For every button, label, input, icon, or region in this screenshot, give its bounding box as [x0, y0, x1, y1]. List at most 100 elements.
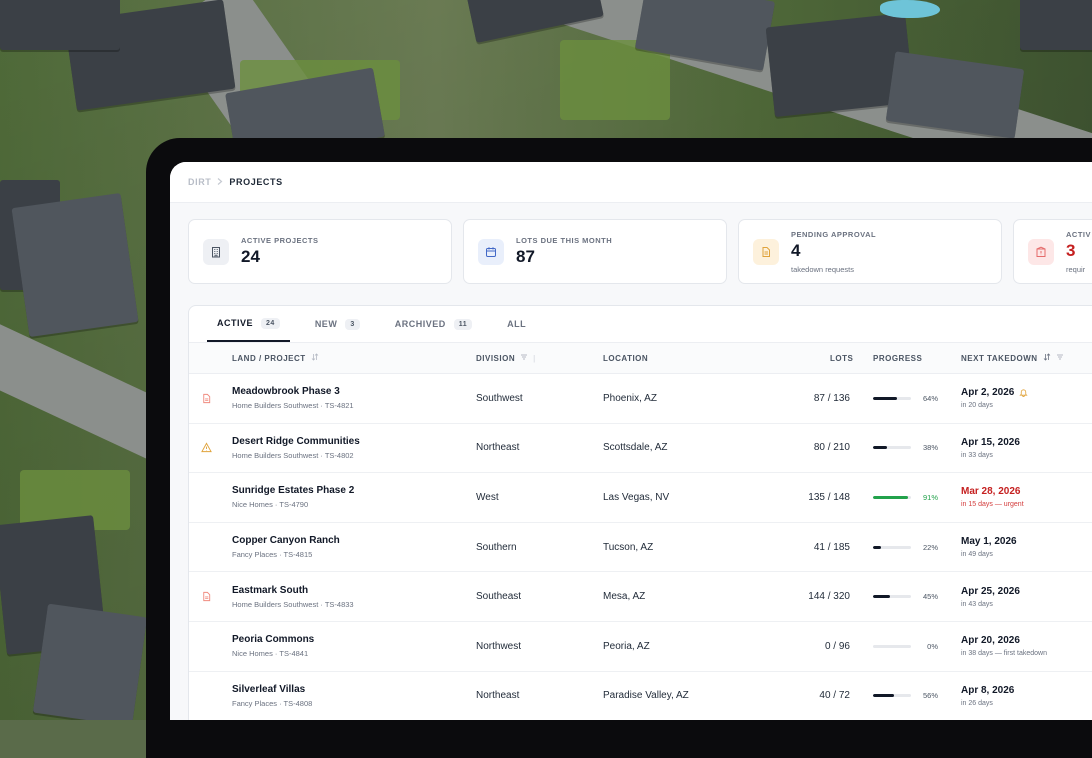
- filter-icon[interactable]: [1056, 353, 1064, 363]
- document-icon: [753, 238, 779, 265]
- tab-count-badge: 11: [453, 318, 473, 330]
- project-cell: Peoria Commons Nice Homes · TS-4841: [232, 622, 314, 671]
- project-builder: Fancy Places · TS-4808: [232, 698, 313, 708]
- stat-value: 3: [1066, 240, 1076, 260]
- progress-cell: 45%: [873, 572, 938, 621]
- progress-percent: 56%: [922, 691, 938, 701]
- project-name[interactable]: Peoria Commons: [232, 634, 314, 645]
- progress-percent: 0%: [927, 641, 938, 651]
- table-row[interactable]: Peoria Commons Nice Homes · TS-4841 Nort…: [189, 622, 1092, 672]
- building-icon: [203, 238, 229, 265]
- stat-label: PENDING APPROVAL: [791, 229, 877, 239]
- takedown-cell: Apr 8, 2026 in 26 days: [961, 672, 1019, 720]
- project-name[interactable]: Sunridge Estates Phase 2: [232, 485, 354, 496]
- stat-card-pending-approval[interactable]: PENDING APPROVAL 4 takedown requests: [738, 219, 1002, 284]
- division-cell: Northwest: [476, 640, 522, 652]
- app-screen: DIRT PROJECTS ACTIVE PROJECTS 24 LOTS DU…: [170, 162, 1092, 720]
- progress-bar: [873, 446, 911, 450]
- sort-icon[interactable]: [1043, 353, 1051, 363]
- sort-icon[interactable]: [311, 353, 319, 363]
- division-cell: Northeast: [476, 690, 520, 702]
- filter-icon[interactable]: [520, 353, 528, 363]
- tab-count-badge: 24: [261, 317, 280, 329]
- column-header-label: LOCATION: [603, 353, 649, 363]
- project-name[interactable]: Meadowbrook Phase 3: [232, 386, 354, 397]
- takedown-countdown: in 43 days: [961, 600, 993, 608]
- stat-sub: takedown requests: [791, 264, 854, 274]
- tab-new[interactable]: NEW 3: [305, 306, 370, 342]
- project-builder: Home Builders Southwest · TS-4802: [232, 450, 354, 460]
- table-row[interactable]: Sunridge Estates Phase 2 Nice Homes · TS…: [189, 473, 1092, 523]
- stat-card-active-alerts[interactable]: ACTIV 3 requir: [1013, 219, 1092, 284]
- lots-cell: 144 / 320: [808, 591, 850, 603]
- table-row[interactable]: Copper Canyon Ranch Fancy Places · TS-48…: [189, 523, 1092, 573]
- project-name[interactable]: Eastmark South: [232, 585, 354, 596]
- project-name[interactable]: Copper Canyon Ranch: [232, 535, 340, 546]
- column-header-label: NEXT TAKEDOWN: [961, 353, 1038, 363]
- project-builder: Home Builders Southwest · TS-4821: [232, 401, 354, 411]
- stat-value: 4: [791, 240, 801, 260]
- takedown-cell: May 1, 2026 in 49 days: [961, 523, 1022, 572]
- takedown-countdown: in 49 days: [961, 551, 993, 559]
- progress-bar-fill: [873, 495, 908, 499]
- table-row[interactable]: Meadowbrook Phase 3 Home Builders Southw…: [189, 374, 1092, 424]
- table-row[interactable]: Desert Ridge Communities Home Builders S…: [189, 424, 1092, 474]
- location-cell: Tucson, AZ: [603, 541, 654, 553]
- tab-archived[interactable]: ARCHIVED 11: [385, 306, 482, 342]
- progress-bar-fill: [873, 595, 891, 599]
- progress-cell: 22%: [873, 523, 938, 572]
- tab-label: ALL: [507, 319, 527, 329]
- progress-cell: 64%: [873, 374, 938, 423]
- project-cell: Copper Canyon Ranch Fancy Places · TS-48…: [232, 523, 340, 572]
- progress-cell: 56%: [873, 672, 938, 720]
- takedown-date: Apr 20, 2026: [961, 635, 1020, 647]
- takedown-cell: Apr 2, 2026 in 20 days: [961, 374, 1029, 423]
- takedown-date: Apr 15, 2026: [961, 436, 1020, 448]
- progress-percent: 45%: [922, 592, 938, 602]
- table-row[interactable]: Eastmark South Home Builders Southwest ·…: [189, 572, 1092, 622]
- project-cell: Eastmark South Home Builders Southwest ·…: [232, 572, 354, 621]
- calendar-icon: [478, 238, 504, 265]
- progress-bar-fill: [873, 396, 898, 400]
- progress-percent: 38%: [922, 443, 938, 453]
- division-cell: Northeast: [476, 442, 520, 454]
- project-cell: Meadowbrook Phase 3 Home Builders Southw…: [232, 374, 354, 423]
- column-header-next-takedown[interactable]: NEXT TAKEDOWN: [961, 343, 1064, 373]
- table-header: LAND / PROJECT DIVISION | LOCATION LOTS …: [189, 343, 1092, 374]
- stat-card-active-projects[interactable]: ACTIVE PROJECTS 24: [188, 219, 452, 284]
- column-header-progress[interactable]: PROGRESS: [873, 343, 922, 373]
- column-divider: |: [533, 353, 536, 363]
- project-name[interactable]: Desert Ridge Communities: [232, 436, 360, 447]
- progress-bar: [873, 694, 911, 698]
- progress-percent: 91%: [922, 492, 938, 502]
- column-header-lots[interactable]: LOTS: [830, 343, 853, 373]
- takedown-cell: Apr 20, 2026 in 38 days — first takedown: [961, 622, 1047, 671]
- column-header-label: PROGRESS: [873, 353, 923, 363]
- stat-value: 24: [241, 247, 260, 266]
- lots-cell: 87 / 136: [813, 392, 850, 404]
- breadcrumb-root-link[interactable]: DIRT: [188, 177, 211, 187]
- tab-active[interactable]: ACTIVE 24: [207, 306, 290, 342]
- location-cell: Peoria, AZ: [603, 640, 650, 652]
- division-cell: West: [476, 491, 499, 503]
- location-cell: Paradise Valley, AZ: [603, 690, 689, 702]
- column-header-project[interactable]: LAND / PROJECT: [232, 343, 319, 373]
- location-cell: Mesa, AZ: [603, 591, 646, 603]
- tab-label: NEW: [314, 319, 338, 329]
- location-cell: Scottsdale, AZ: [603, 442, 668, 454]
- project-name[interactable]: Silverleaf Villas: [232, 684, 312, 695]
- takedown-countdown: in 26 days: [961, 699, 993, 707]
- project-cell: Desert Ridge Communities Home Builders S…: [232, 424, 360, 473]
- stat-card-lots-due[interactable]: LOTS DUE THIS MONTH 87: [463, 219, 727, 284]
- project-builder: Nice Homes · TS-4841: [232, 649, 309, 659]
- column-header-division[interactable]: DIVISION |: [476, 343, 536, 373]
- takedown-date: Apr 8, 2026: [961, 684, 1015, 696]
- takedown-date: Mar 28, 2026: [961, 486, 1021, 498]
- table-row[interactable]: Silverleaf Villas Fancy Places · TS-4808…: [189, 672, 1092, 720]
- division-cell: Southern: [476, 541, 517, 553]
- alert-building-icon: [1028, 238, 1054, 265]
- project-builder: Nice Homes · TS-4790: [232, 500, 309, 510]
- tab-all[interactable]: ALL: [497, 306, 536, 342]
- lots-cell: 0 / 96: [824, 640, 850, 652]
- column-header-location[interactable]: LOCATION: [603, 343, 648, 373]
